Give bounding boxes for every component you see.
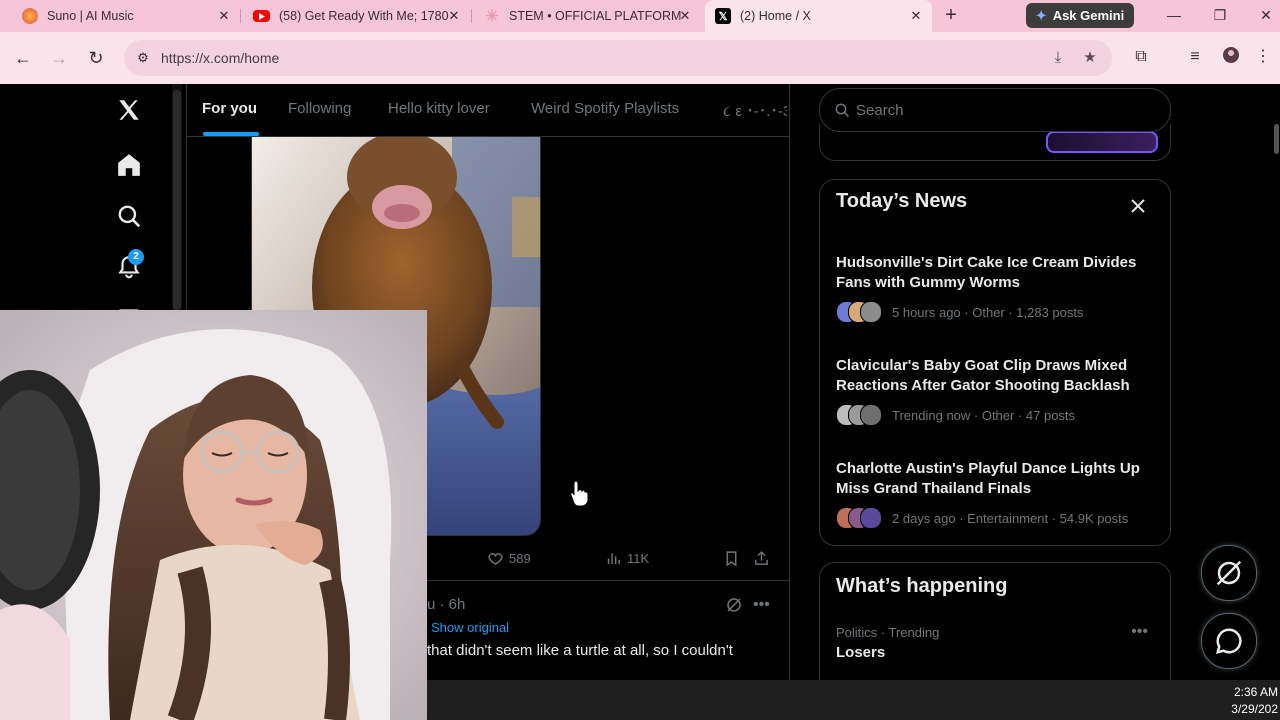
close-tab-icon[interactable]: ✕ bbox=[446, 8, 462, 24]
more-options-icon[interactable]: ••• bbox=[1131, 623, 1148, 641]
tab-hello-kitty-lover[interactable]: Hello kitty lover bbox=[388, 100, 490, 117]
tab-for-you[interactable]: For you bbox=[202, 100, 257, 117]
news-item[interactable]: Charlotte Austin's Playful Dance Lights … bbox=[836, 459, 1156, 529]
todays-news-card: Today’s News Hudsonville's Dirt Cake Ice… bbox=[819, 179, 1171, 546]
search-input[interactable]: Search bbox=[819, 88, 1171, 132]
analytics-bars-icon bbox=[607, 553, 620, 565]
share-icon bbox=[755, 551, 768, 565]
x-logo-icon[interactable] bbox=[112, 93, 146, 127]
gemini-sparkle-icon: ✦ bbox=[1035, 7, 1047, 23]
url-text[interactable]: https://x.com/home bbox=[161, 50, 279, 66]
news-item[interactable]: Hudsonville's Dirt Cake Ice Cream Divide… bbox=[836, 253, 1156, 323]
active-tab-indicator bbox=[203, 132, 259, 136]
avatar-stack bbox=[836, 404, 886, 426]
messages-button[interactable] bbox=[1201, 613, 1257, 669]
todays-news-title: Today’s News bbox=[836, 190, 968, 212]
news-item[interactable]: Clavicular's Baby Goat Clip Draws Mixed … bbox=[836, 356, 1156, 426]
tab-title: (2) Home / X bbox=[740, 9, 811, 23]
ask-gemini-label: Ask Gemini bbox=[1052, 8, 1125, 23]
chat-bubble-icon bbox=[1215, 628, 1242, 655]
install-app-icon[interactable]: ⤓ bbox=[1048, 48, 1068, 68]
new-tab-button[interactable]: + bbox=[940, 5, 962, 27]
tab-suno[interactable]: Suno | AI Music ✕ bbox=[8, 0, 240, 32]
like-count: 589 bbox=[509, 551, 531, 566]
grok-icon[interactable] bbox=[725, 596, 743, 619]
ask-gemini-button[interactable]: ✦ Ask Gemini bbox=[1026, 3, 1134, 28]
search-placeholder: Search bbox=[856, 101, 904, 119]
os-taskbar: 2:36 AM 3/29/202 bbox=[427, 680, 1280, 720]
whats-happening-card: What’s happening Politics · Trending Los… bbox=[819, 562, 1171, 680]
address-bar[interactable]: ⚙ https://x.com/home ⤓ ★ bbox=[124, 40, 1112, 76]
clock-date: 3/29/202 bbox=[1231, 702, 1278, 716]
page-scrollbar[interactable] bbox=[1274, 84, 1280, 680]
tab-title: Suno | AI Music bbox=[47, 9, 134, 23]
tab-stem[interactable]: ✳ STEM • OFFICIAL PLATFORM ✕ bbox=[472, 0, 701, 32]
back-button[interactable]: ← bbox=[11, 46, 35, 70]
tab-x-home[interactable]: 𝕏 (2) Home / X ✕ bbox=[705, 0, 932, 32]
news-meta: 5 hours ago · Other · 1,283 posts bbox=[892, 304, 1084, 320]
tab-title: STEM • OFFICIAL PLATFORM bbox=[509, 9, 682, 23]
profile-icon[interactable] bbox=[1220, 46, 1242, 68]
timeline-tabs: For you Following Hello kitty lover Weir… bbox=[187, 84, 789, 137]
tab-weird-spotify-playlists[interactable]: Weird Spotify Playlists bbox=[531, 100, 679, 117]
avatar-stack bbox=[836, 301, 886, 323]
close-icon[interactable] bbox=[1128, 196, 1148, 216]
search-icon bbox=[835, 103, 849, 117]
news-headline: Clavicular's Baby Goat Clip Draws Mixed … bbox=[836, 357, 1130, 394]
tab-custom-list[interactable]: ૮ ε ･-･.･-3 bbox=[723, 100, 787, 121]
post-meta: u · 6h bbox=[427, 596, 466, 613]
post-text: that didn't seem like a turtle at all, s… bbox=[427, 642, 733, 659]
tab-youtube[interactable]: (58) Get Ready With Me; 1780 ✕ bbox=[241, 0, 470, 32]
close-tab-icon[interactable]: ✕ bbox=[677, 8, 693, 24]
bookmark-button[interactable] bbox=[723, 550, 745, 567]
premium-avatars-pill[interactable] bbox=[1046, 131, 1158, 153]
news-meta: 2 days ago · Entertainment · 54.9K posts bbox=[892, 510, 1129, 526]
like-button[interactable]: 589 bbox=[487, 550, 531, 567]
avatar-stack bbox=[836, 507, 886, 529]
stem-icon: ✳ bbox=[485, 8, 499, 25]
close-window-button[interactable]: ✕ bbox=[1252, 4, 1280, 26]
close-tab-icon[interactable]: ✕ bbox=[908, 8, 924, 24]
restore-button[interactable]: ❐ bbox=[1206, 4, 1234, 26]
x-logo-icon: 𝕏 bbox=[715, 8, 731, 24]
more-options-icon[interactable]: ••• bbox=[753, 596, 770, 614]
views-button[interactable]: 11K bbox=[605, 550, 649, 567]
forward-button[interactable]: → bbox=[47, 46, 71, 70]
heart-icon bbox=[488, 553, 503, 566]
view-count: 11K bbox=[627, 551, 650, 566]
notification-count-badge: 2 bbox=[128, 249, 144, 265]
tab-title: (58) Get Ready With Me; 1780 bbox=[279, 9, 449, 23]
show-original-link[interactable]: Show original bbox=[431, 620, 509, 635]
close-tab-icon[interactable]: ✕ bbox=[216, 8, 232, 24]
youtube-icon bbox=[253, 10, 270, 22]
browser-toolbar: ← → ↻ ⚙ https://x.com/home ⤓ ★ ⧉ ≡ ⋮ bbox=[0, 32, 1280, 84]
trend-category: Politics · Trending bbox=[836, 625, 940, 640]
grok-button[interactable] bbox=[1201, 545, 1257, 601]
news-meta: Trending now · Other · 47 posts bbox=[892, 407, 1076, 423]
clock-time: 2:36 AM bbox=[1233, 685, 1278, 699]
suno-icon bbox=[22, 8, 38, 24]
browser-menu-icon[interactable]: ⋮ bbox=[1252, 46, 1274, 68]
system-clock[interactable]: 2:36 AM 3/29/202 bbox=[1231, 684, 1278, 718]
tab-following[interactable]: Following bbox=[288, 100, 351, 117]
reload-button[interactable]: ↻ bbox=[84, 46, 108, 70]
explore-search-icon[interactable] bbox=[112, 199, 146, 233]
browser-tab-strip: Suno | AI Music ✕ (58) Get Ready With Me… bbox=[0, 0, 1280, 32]
webcam-overlay bbox=[0, 310, 427, 720]
whats-happening-title: What’s happening bbox=[836, 575, 1008, 597]
grok-icon bbox=[1216, 560, 1242, 586]
home-icon[interactable] bbox=[112, 148, 146, 182]
trend-name[interactable]: Losers bbox=[836, 644, 885, 661]
minimize-button[interactable]: — bbox=[1160, 4, 1188, 26]
site-settings-icon[interactable]: ⚙ bbox=[133, 50, 153, 66]
extensions-icon[interactable]: ⧉ bbox=[1130, 46, 1152, 68]
hand-cursor-icon bbox=[570, 480, 589, 511]
news-headline: Charlotte Austin's Playful Dance Lights … bbox=[836, 460, 1140, 497]
news-headline: Hudsonville's Dirt Cake Ice Cream Divide… bbox=[836, 254, 1137, 291]
share-button[interactable] bbox=[753, 550, 775, 567]
bookmark-icon bbox=[726, 551, 737, 567]
bookmark-star-icon[interactable]: ★ bbox=[1080, 48, 1100, 68]
media-control-icon[interactable]: ≡ bbox=[1184, 46, 1206, 68]
